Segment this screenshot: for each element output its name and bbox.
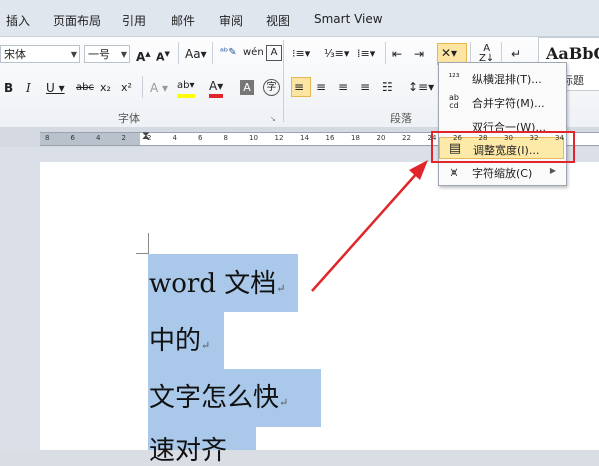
ruler-tick-label: 24 <box>427 134 437 142</box>
combine-chars-icon: ab cd <box>449 93 459 110</box>
ruler-tick-label: 26 <box>453 134 462 142</box>
menu-item-char-scale[interactable]: ⩙ 字符缩放(C) ▶ <box>439 161 564 183</box>
ruler-tick-label: 16 <box>325 134 335 142</box>
ruler-tick-label: 20 <box>376 134 386 142</box>
ruler-tick-label: 6 <box>198 134 203 142</box>
ruler-tick-label: 14 <box>300 134 309 142</box>
ruler-tick-label: 22 <box>402 134 411 142</box>
ruler-tick-label: 28 <box>478 134 488 142</box>
menu-item-label: 纵横混排(T)... <box>472 73 542 86</box>
menu-item-vertical-horizontal[interactable]: ¹²³ 纵横混排(T)... <box>439 67 564 89</box>
asian-layout-menu: ¹²³ 纵横混排(T)... ab cd 合并字符(M)... 双行合一(W)..… <box>438 62 567 186</box>
submenu-arrow-icon: ▶ <box>549 166 556 175</box>
ruler-tick-label: 18 <box>351 134 360 142</box>
arrow-shaft <box>311 171 419 292</box>
menu-item-label: 字符缩放(C) <box>472 167 533 180</box>
ruler-tick-label: 12 <box>274 134 284 142</box>
vertical-horizontal-icon: ¹²³ <box>448 73 460 83</box>
ruler-tick-label: 10 <box>249 134 258 142</box>
ruler-tick-label: 8 <box>45 134 50 142</box>
menu-item-combine-chars[interactable]: ab cd 合并字符(M)... <box>439 91 564 113</box>
ruler-tick-label: 32 <box>529 134 539 142</box>
arrow-head <box>409 160 428 180</box>
ruler-tick-label: 34 <box>555 134 564 142</box>
ruler-tick-label: 6 <box>70 134 75 142</box>
ruler-tick-label: 2 <box>121 134 126 142</box>
ruler-tick-label: 4 <box>96 134 101 142</box>
ruler-tick-label: 8 <box>223 134 228 142</box>
ruler-tick-label: 2 <box>147 134 152 142</box>
menu-item-label: 合并字符(M)... <box>472 97 545 110</box>
ruler-tick-label: 30 <box>504 134 513 142</box>
ruler-tick-label: 4 <box>172 134 177 142</box>
char-scale-icon: ⩙ <box>450 165 458 179</box>
